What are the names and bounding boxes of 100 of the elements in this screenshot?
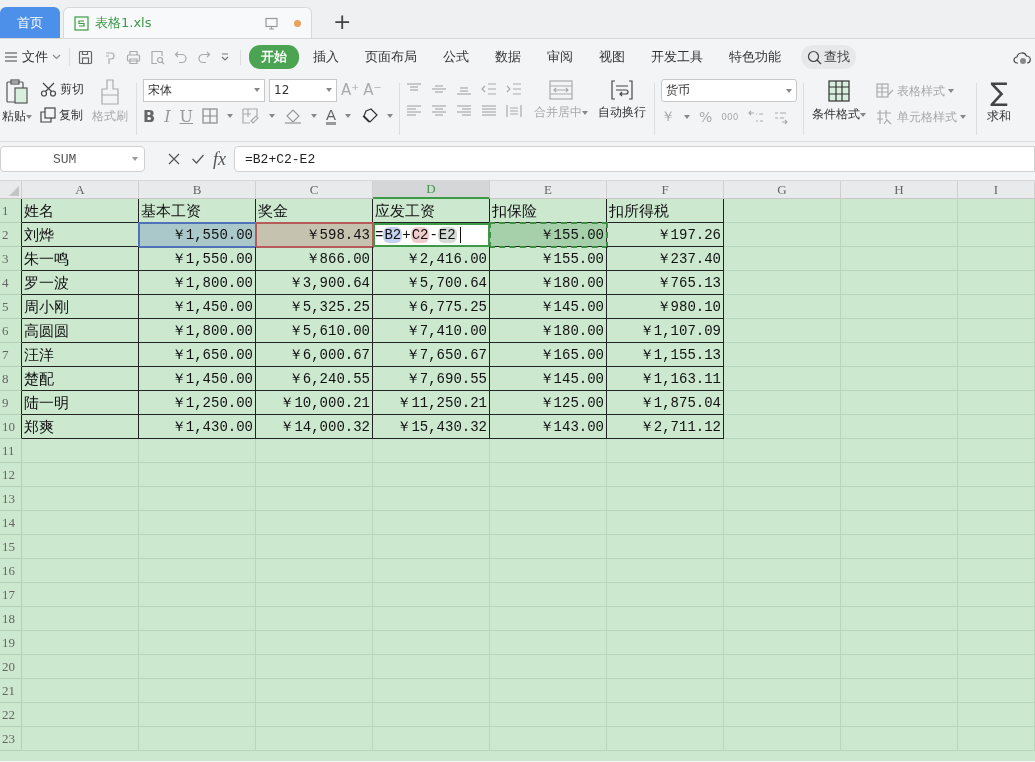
row-header[interactable]: 6 [0,319,22,343]
ribbon-tab[interactable]: 页面布局 [353,45,429,69]
sum-button[interactable]: ∑ 求和 [985,79,1014,141]
column-header[interactable]: A [22,181,139,199]
empty-cell[interactable] [256,439,373,463]
ribbon-tab[interactable]: 插入 [301,45,351,69]
cloud-icon[interactable] [1013,49,1031,65]
row-header[interactable]: 22 [0,703,22,727]
ribbon-tab[interactable]: 审阅 [535,45,585,69]
empty-cell[interactable] [724,415,841,439]
row-header[interactable]: 10 [0,415,22,439]
column-header[interactable]: D [373,181,490,199]
redo-icon[interactable] [197,50,211,64]
increase-indent-icon[interactable] [506,82,523,96]
empty-cell[interactable] [724,367,841,391]
cell-format-icon[interactable] [242,108,260,124]
row-header[interactable]: 3 [0,247,22,271]
active-cell[interactable]: =B2+C2-E2 [373,223,490,247]
ribbon-tab[interactable]: 公式 [431,45,481,69]
search-button[interactable]: 查找 [801,45,856,69]
italic-button[interactable]: I [164,106,171,126]
ribbon-tab[interactable]: 数据 [483,45,533,69]
monitor-icon[interactable] [265,16,278,30]
row-header[interactable]: 8 [0,367,22,391]
document-tab[interactable]: 表格1.xls [63,7,312,38]
ribbon-tab[interactable]: 视图 [587,45,637,69]
row-header[interactable]: 17 [0,583,22,607]
empty-cell[interactable] [841,199,958,223]
formula-field[interactable]: =B2+C2-E2 [234,146,1035,172]
align-middle-icon[interactable] [431,82,448,96]
name-box[interactable]: SUM [0,146,145,172]
eraser-icon[interactable] [360,108,379,124]
print-icon[interactable] [126,49,141,65]
bold-button[interactable]: B [143,106,156,126]
wrap-text-button[interactable]: 自动换行 [596,79,649,141]
empty-cell[interactable] [958,199,1035,223]
row-header[interactable]: 13 [0,487,22,511]
column-header[interactable]: B [139,181,256,199]
align-left-icon[interactable] [406,104,423,118]
empty-cell[interactable] [607,439,724,463]
undo-icon[interactable] [174,50,188,64]
column-header[interactable]: F [607,181,724,199]
copy-button[interactable]: 复制 [40,105,84,125]
row-header[interactable]: 5 [0,295,22,319]
cut-button[interactable]: 剪切 [40,79,84,99]
number-format-field[interactable]: 货币 [661,79,798,102]
cancel-icon[interactable] [167,152,181,166]
customize-icon[interactable] [220,52,230,62]
row-header[interactable]: 16 [0,559,22,583]
row-header[interactable]: 21 [0,679,22,703]
select-all-icon[interactable] [9,186,19,196]
empty-cell[interactable] [139,439,256,463]
print-preview-icon[interactable] [150,49,165,65]
fill-bucket-icon[interactable] [284,108,302,124]
column-header[interactable]: G [724,181,841,199]
empty-cell[interactable] [724,247,841,271]
align-right-icon[interactable] [456,104,473,118]
empty-cell[interactable] [724,271,841,295]
empty-cell[interactable] [724,199,841,223]
decrease-indent-icon[interactable] [481,82,498,96]
column-header[interactable]: C [256,181,373,199]
conditional-format-button[interactable]: 条件格式 [810,79,869,141]
home-tab[interactable]: 首页 [0,7,60,38]
distributed-icon[interactable] [506,104,523,118]
empty-cell[interactable] [373,439,490,463]
file-menu[interactable]: 文件 [4,48,70,66]
column-header[interactable]: H [841,181,958,199]
row-header[interactable]: 4 [0,271,22,295]
empty-cell[interactable] [724,391,841,415]
font-color-button[interactable]: A [326,107,337,125]
justify-icon[interactable] [481,104,498,118]
row-header[interactable]: 15 [0,535,22,559]
empty-cell[interactable] [724,319,841,343]
row-header[interactable]: 18 [0,607,22,631]
ribbon-tab[interactable]: 开发工具 [639,45,715,69]
row-header[interactable]: 9 [0,391,22,415]
empty-cell[interactable] [724,223,841,247]
empty-cell[interactable] [724,343,841,367]
new-tab-button[interactable]: + [329,9,356,34]
font-name-field[interactable]: 宋体 [143,78,265,102]
row-header[interactable]: 19 [0,631,22,655]
row-header[interactable]: 20 [0,655,22,679]
row-header[interactable]: 14 [0,511,22,535]
confirm-icon[interactable] [191,152,205,166]
row-header[interactable]: 1 [0,199,22,223]
underline-button[interactable]: U [179,106,193,126]
insert-function-button[interactable]: fx [213,148,226,170]
align-center-icon[interactable] [431,104,448,118]
empty-cell[interactable] [724,295,841,319]
column-header[interactable]: I [958,181,1035,199]
font-size-field[interactable]: 12 [269,78,337,102]
row-header[interactable]: 11 [0,439,22,463]
column-header[interactable]: E [490,181,607,199]
empty-cell[interactable] [724,439,841,463]
empty-cell[interactable] [490,439,607,463]
save-icon[interactable] [78,49,93,65]
paste-button[interactable]: 粘贴 [0,79,34,141]
row-header[interactable]: 2 [0,223,22,247]
row-header[interactable]: 12 [0,463,22,487]
ribbon-tab[interactable]: 开始 [249,45,299,69]
